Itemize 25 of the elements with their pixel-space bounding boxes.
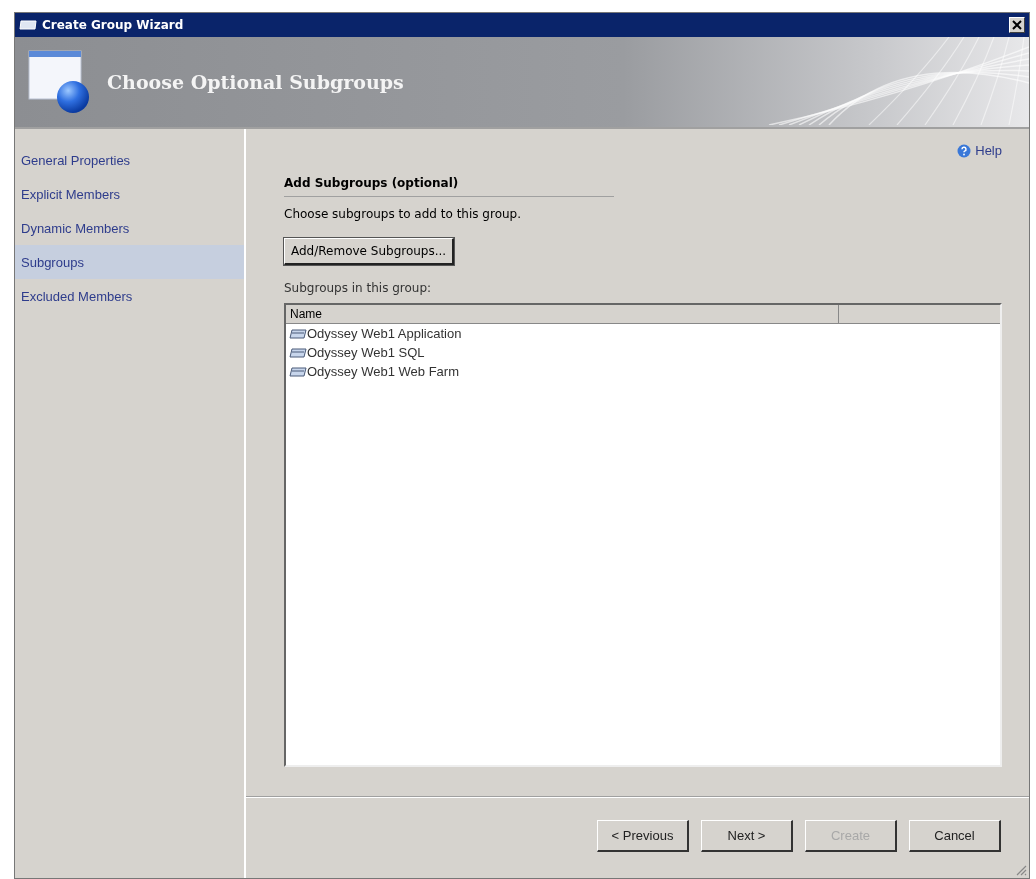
group-icon (289, 366, 307, 377)
sidebar-item[interactable]: Explicit Members (15, 177, 244, 211)
wizard-button[interactable]: < Previous (597, 820, 689, 852)
wizard-button[interactable]: Next > (701, 820, 793, 852)
resize-grip-icon (1015, 864, 1027, 876)
subgroup-name[interactable]: Odyssey Web1 SQL (307, 345, 425, 360)
page-title: Choose Optional Subgroups (107, 71, 404, 93)
sidebar-item[interactable]: Dynamic Members (15, 211, 244, 245)
group-icon (289, 328, 307, 339)
window-icon (19, 20, 37, 30)
section-title: Add Subgroups (optional) (284, 176, 614, 197)
sidebar-item[interactable]: General Properties (15, 143, 244, 177)
sidebar-item[interactable]: Subgroups (15, 245, 244, 279)
sidebar-item[interactable]: Excluded Members (15, 279, 244, 313)
subgroup-name[interactable]: Odyssey Web1 Web Farm (307, 364, 459, 379)
help-icon (957, 143, 972, 158)
group-icon (289, 347, 307, 358)
section-description: Choose subgroups to add to this group. (284, 207, 522, 221)
wizard-button[interactable]: Cancel (909, 820, 1001, 852)
help-link[interactable]: Help (957, 143, 1002, 158)
add-remove-subgroups-button[interactable]: Add/Remove Subgroups... (284, 238, 455, 265)
list-label: Subgroups in this group: (284, 281, 433, 295)
window-title: Create Group Wizard (42, 18, 184, 32)
subgroup-name[interactable]: Odyssey Web1 Application (307, 326, 462, 341)
close-button[interactable] (1009, 17, 1025, 33)
